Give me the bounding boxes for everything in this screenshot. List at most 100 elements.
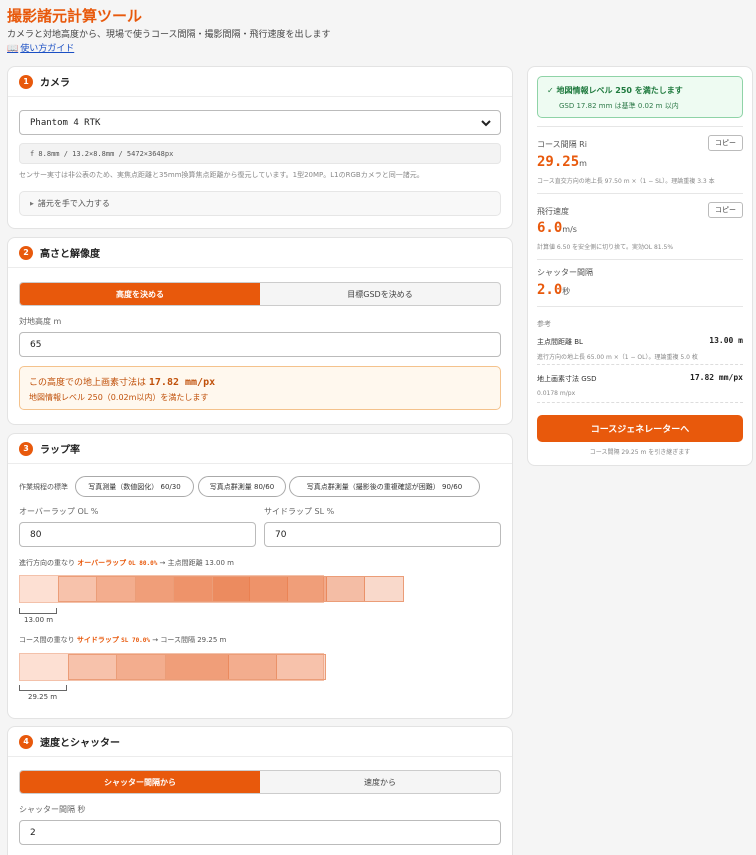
speed-title: 速度とシャッター — [40, 738, 120, 749]
gsd-line: この高度での地上画素寸法は 17.82 mm/px — [29, 375, 215, 388]
caret-right-icon: ▶ — [30, 200, 34, 207]
step-number: 1 — [19, 74, 33, 89]
side-overlap-label: コース間の重なり サイドラップ SL 70.0% → コース間隔 29.25 m — [19, 635, 226, 645]
step-number: 2 — [19, 245, 33, 260]
lap-header: 3 ラップ率 — [8, 434, 512, 464]
forward-name: オーバーラップ — [77, 559, 127, 567]
flight-value: 6.0 — [537, 220, 563, 236]
side-code: SL 70.0% — [121, 637, 151, 644]
camera-title: カメラ — [40, 78, 70, 89]
forward-prefix: 進行方向の重なり — [19, 559, 75, 567]
gsd-prefix: この高度での地上画素寸法は — [29, 378, 147, 388]
shutter-value: 2.0 — [537, 282, 563, 298]
gsd-value: 17.82 mm/px — [148, 377, 216, 388]
sidelap-input[interactable]: 70 — [264, 522, 501, 547]
flight-speed-value: 6.0m/s — [537, 220, 577, 236]
manual-input-toggle[interactable]: ▶ 諸元を手で入力する — [19, 191, 501, 216]
cta-note: コース間隔 29.25 m を引き継ぎます — [589, 449, 691, 456]
altitude-label: 対地高度 m — [19, 317, 62, 326]
flight-speed-label: 飛行速度 — [537, 207, 569, 216]
guide-link-label: 使い方ガイド — [20, 44, 75, 54]
flight-note: 計算値 6.50 を安全側に切り捨て。実効OL 81.5% — [537, 244, 674, 251]
camera-select[interactable]: Phantom 4 RTK — [19, 110, 501, 135]
forward-overlap-label: 進行方向の重なり オーバーラップ OL 80.0% → 主点間距離 13.00 … — [19, 558, 234, 568]
baseline-label: 主点間距離 BL — [537, 338, 583, 346]
course-generator-button[interactable]: コースジェネレーターへ — [537, 415, 743, 442]
baseline-value: 13.00 m — [709, 336, 743, 345]
page-subtitle: カメラと対地高度から、現場で使うコース間隔・撮影間隔・飛行速度を出します — [7, 30, 331, 40]
height-title: 高さと解像度 — [40, 249, 100, 260]
course-note: コース直交方向の地上長 97.50 m ×（1 − SL）。理論重複 3.3 本 — [537, 178, 715, 185]
shutter-interval-input[interactable]: 2 — [19, 820, 501, 845]
altitude-input[interactable]: 65 — [19, 332, 501, 357]
camera-note: センサー実寸は非公表のため、実焦点距離と35mm換算焦点距離から復元しています。… — [19, 171, 424, 179]
divider — [537, 364, 743, 365]
ok-title: ✓ 地図情報レベル 250 を満たします — [547, 85, 683, 96]
lap-card: 3 ラップ率 作業規程の標準 写真測量（数値図化） 60/30 写真点群測量 80… — [7, 433, 513, 719]
camera-select-value: Phantom 4 RTK — [30, 117, 101, 128]
guide-link[interactable]: 📖 使い方ガイド — [7, 41, 74, 54]
reference-label: 参考 — [537, 320, 551, 328]
side-overlap-diagram — [19, 653, 326, 681]
course-interval-value: 29.25m — [537, 154, 587, 170]
tab-from-shutter[interactable]: シャッター間隔から — [20, 771, 260, 793]
preset-chip[interactable]: 写真点群測量 80/60 — [198, 476, 286, 497]
divider — [537, 402, 743, 403]
shutter-result-value: 2.0秒 — [537, 282, 570, 298]
forward-overlap-diagram — [19, 575, 404, 603]
forward-code: OL 80.0% — [128, 560, 158, 567]
camera-card: 1 カメラ Phantom 4 RTK f 8.8mm / 13.2×8.8mm … — [7, 66, 513, 229]
manual-input-label: 諸元を手で入力する — [37, 199, 110, 208]
side-scale-bar — [19, 685, 67, 691]
baseline-note: 進行方向の地上長 65.00 m ×（1 − OL）。理論重複 5.0 枚 — [537, 354, 698, 361]
course-unit: m — [579, 159, 587, 168]
camera-spec: f 8.8mm / 13.2×8.8mm / 5472×3648px — [19, 143, 501, 164]
photo-frame — [164, 654, 326, 680]
overlap-label: オーバーラップ OL % — [19, 507, 99, 516]
preset-chip[interactable]: 写真測量（数値図化） 60/30 — [75, 476, 194, 497]
preset-chip[interactable]: 写真点群測量（撮影後の重複確認が困難） 90/60 — [289, 476, 480, 497]
gsd-result-box: この高度での地上画素寸法は 17.82 mm/px 地図情報レベル 250（0.… — [19, 366, 501, 410]
book-icon: 📖 — [7, 44, 19, 54]
shutter-interval-label: シャッター間隔 秒 — [19, 805, 86, 814]
divider — [537, 306, 743, 307]
side-name: サイドラップ — [76, 636, 119, 644]
tab-from-speed[interactable]: 速度から — [260, 771, 500, 793]
speed-header: 4 速度とシャッター — [8, 727, 512, 757]
forward-scale-bar — [19, 608, 57, 614]
course-interval-label: コース間隔 Ri — [537, 140, 587, 149]
height-mode-toggle: 高度を決める 目標GSDを決める — [19, 282, 501, 306]
page-title: 撮影諸元計算ツール — [7, 7, 143, 25]
level-ok-banner: ✓ 地図情報レベル 250 を満たします GSD 17.82 mm は基準 0.… — [537, 76, 743, 118]
tab-altitude[interactable]: 高度を決める — [20, 283, 260, 305]
side-suffix: → コース間隔 29.25 m — [152, 636, 227, 644]
flight-unit: m/s — [562, 225, 577, 234]
divider — [537, 259, 743, 260]
camera-header: 1 カメラ — [8, 67, 512, 97]
side-prefix: コース間の重なり — [19, 636, 75, 644]
chevron-down-icon — [481, 120, 491, 127]
check-icon: ✓ — [547, 86, 554, 95]
copy-speed-button[interactable]: コピー — [708, 202, 743, 218]
course-value: 29.25 — [537, 154, 580, 170]
photo-frame — [211, 576, 404, 602]
forward-suffix: → 主点間距離 13.00 m — [159, 559, 234, 567]
height-header: 2 高さと解像度 — [8, 238, 512, 268]
overlap-input[interactable]: 80 — [19, 522, 256, 547]
gsd-level: 地図情報レベル 250（0.02m以内）を満たします — [29, 393, 209, 402]
tab-target-gsd[interactable]: 目標GSDを決める — [260, 283, 500, 305]
shutter-result-label: シャッター間隔 — [537, 268, 593, 277]
divider — [537, 126, 743, 127]
shutter-unit: 秒 — [562, 287, 571, 296]
copy-course-button[interactable]: コピー — [708, 135, 743, 151]
ok-subtitle: GSD 17.82 mm は基準 0.02 m 以内 — [559, 102, 679, 110]
lap-title: ラップ率 — [40, 445, 80, 456]
step-number: 3 — [19, 441, 33, 456]
gsd-result-note: 0.0178 m/px — [537, 390, 576, 397]
forward-scale-label: 13.00 m — [24, 616, 54, 624]
speed-card: 4 速度とシャッター シャッター間隔から 速度から シャッター間隔 秒 2 — [7, 726, 513, 855]
speed-mode-toggle: シャッター間隔から 速度から — [19, 770, 501, 794]
divider — [537, 193, 743, 194]
ok-title-text: 地図情報レベル 250 を満たします — [556, 86, 683, 95]
gsd-result-label: 地上画素寸法 GSD — [537, 375, 597, 383]
